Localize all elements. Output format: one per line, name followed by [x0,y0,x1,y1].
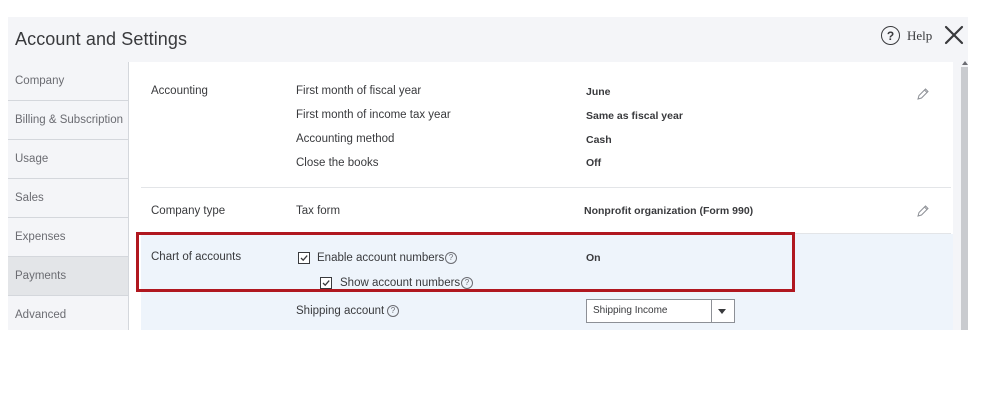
field-label-tax-month: First month of income tax year [296,109,451,121]
edit-company-type-pencil-icon[interactable] [916,204,930,218]
close-button[interactable] [943,24,965,46]
section-divider [141,187,951,188]
shipping-account-select[interactable]: Shipping Income [586,299,735,323]
sidebar-item-company[interactable]: Company [8,62,128,101]
sidebar-item-usage[interactable]: Usage [8,140,128,179]
section-label-accounting: Accounting [151,85,208,97]
field-value-tax-month: Same as fiscal year [586,110,683,122]
field-value-close-books: Off [586,157,602,169]
shipping-account-label: Shipping account [296,305,385,317]
chart-of-accounts-highlight [136,232,795,292]
field-value-accounting-method: Cash [586,134,612,146]
sidebar-item-advanced[interactable]: Advanced [8,296,128,330]
select-divider [711,300,712,322]
sidebar-item-label: Expenses [15,231,66,243]
field-value-tax-form: Nonprofit organization (Form 990) [584,205,754,217]
sidebar-item-label: Payments [15,270,67,282]
section-label-company-type: Company type [151,205,226,217]
sidebar-item-sales[interactable]: Sales [8,179,128,218]
question-circle-icon[interactable]: ? [387,305,399,317]
sidebar-item-label: Usage [15,153,49,165]
field-label-fiscal-month: First month of fiscal year [296,85,422,97]
sidebar-item-label: Sales [15,192,44,204]
help-label: Help [907,27,933,43]
page-title: Account and Settings [15,29,188,49]
sidebar-item-billing[interactable]: Billing & Subscription [8,101,128,140]
field-label-close-books: Close the books [296,157,379,169]
scroll-up-arrow-icon[interactable] [962,61,968,65]
scrollbar[interactable] [961,67,968,330]
field-value-fiscal-month: June [586,86,611,98]
sidebar-item-label: Advanced [15,309,67,321]
help-icon: ? [881,26,900,45]
sidebar-item-expenses[interactable]: Expenses [8,218,128,257]
help-button[interactable]: ? Help [881,26,932,45]
field-label-tax-form: Tax form [296,205,341,217]
sidebar-item-label: Company [15,75,65,87]
caret-down-icon [718,309,726,314]
edit-accounting-pencil-icon[interactable] [916,87,930,101]
shipping-account-value: Shipping Income [593,305,668,316]
sidebar-item-payments[interactable]: Payments [8,257,128,296]
settings-sidebar: Company Billing & Subscription Usage Sal… [8,62,129,330]
sidebar-item-label: Billing & Subscription [15,114,124,126]
field-label-accounting-method: Accounting method [296,133,395,145]
close-icon [944,25,964,45]
